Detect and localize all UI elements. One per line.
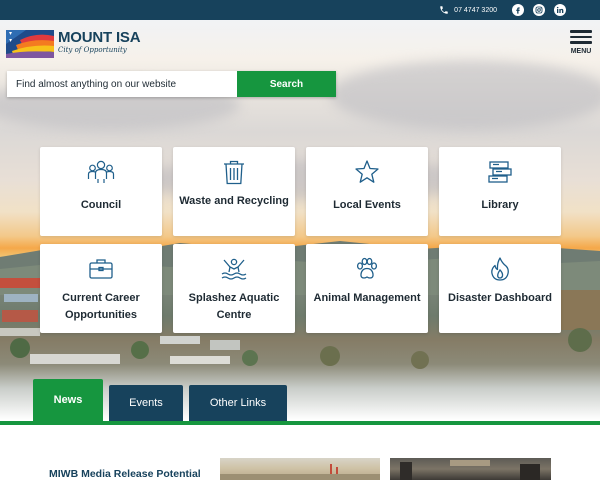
news-image[interactable] xyxy=(220,458,380,480)
star-icon xyxy=(355,160,379,183)
site-logo[interactable]: MOUNT ISA City of Opportunity xyxy=(6,29,141,58)
hamburger-icon xyxy=(570,35,592,38)
instagram-link[interactable] xyxy=(533,4,545,16)
tile-waste-and-recycling[interactable]: Waste and Recycling xyxy=(173,147,295,236)
hamburger-icon xyxy=(570,30,592,33)
tab-events[interactable]: Events xyxy=(109,385,183,421)
news-image-graphic xyxy=(220,464,380,480)
tile-label: Current Career Opportunities xyxy=(62,292,140,321)
news-item-title[interactable]: MIWB Media Release Potential xyxy=(49,468,201,480)
linkedin-icon xyxy=(556,6,564,13)
menu-button[interactable]: MENU xyxy=(568,30,594,55)
tab-news[interactable]: News xyxy=(33,379,103,421)
tile-label: Library xyxy=(481,199,519,211)
tab-other-links[interactable]: Other Links xyxy=(189,385,287,421)
phone-icon xyxy=(440,6,448,14)
facebook-link[interactable] xyxy=(512,4,524,16)
linkedin-link[interactable] xyxy=(554,4,566,16)
content-tabs: News Events Other Links xyxy=(33,379,287,421)
tile-animal-management[interactable]: Animal Management xyxy=(306,244,428,333)
swimmer-icon xyxy=(221,258,247,280)
news-image[interactable] xyxy=(390,458,551,480)
search-button[interactable]: Search xyxy=(237,71,336,97)
tile-label: Waste and Recycling xyxy=(179,195,289,207)
tile-label: Animal Management xyxy=(313,292,421,304)
tile-local-events[interactable]: Local Events xyxy=(306,147,428,236)
briefcase-icon xyxy=(89,259,113,279)
tile-splashez-aquatic-centre[interactable]: Splashez Aquatic Centre xyxy=(173,244,295,333)
tile-label: Disaster Dashboard xyxy=(448,292,552,304)
people-icon xyxy=(87,160,115,183)
tile-label: Splashez Aquatic Centre xyxy=(188,292,280,321)
tabs-divider xyxy=(0,421,600,425)
cloud xyxy=(330,60,600,130)
bin-icon xyxy=(224,160,244,185)
menu-label: MENU xyxy=(570,47,592,55)
books-icon xyxy=(488,161,512,183)
tile-label: Local Events xyxy=(333,199,401,211)
logo-tagline: City of Opportunity xyxy=(58,46,127,54)
flame-icon xyxy=(491,257,509,281)
mount-isa-logo-icon xyxy=(6,30,54,58)
instagram-icon xyxy=(535,6,543,14)
tile-library[interactable]: Library xyxy=(439,147,561,236)
facebook-icon xyxy=(516,7,520,14)
tile-label: Council xyxy=(80,199,122,211)
logo-title: MOUNT ISA xyxy=(58,29,141,46)
search-input[interactable] xyxy=(7,71,237,97)
phone-link[interactable]: 07 4747 3200 xyxy=(439,5,497,15)
news-image-graphic xyxy=(400,460,540,480)
phone-number: 07 4747 3200 xyxy=(454,6,497,14)
tile-current-career-opportunities[interactable]: Current Career Opportunities xyxy=(40,244,162,333)
tile-disaster-dashboard[interactable]: Disaster Dashboard xyxy=(439,244,561,333)
site-search: Search xyxy=(7,71,336,97)
top-utility-bar: 07 4747 3200 xyxy=(0,0,600,20)
tile-council[interactable]: Council xyxy=(40,147,162,236)
hamburger-icon xyxy=(570,41,592,44)
quick-link-tiles: Council Waste and Recycling Local Events… xyxy=(40,147,561,333)
paw-icon xyxy=(356,257,378,279)
